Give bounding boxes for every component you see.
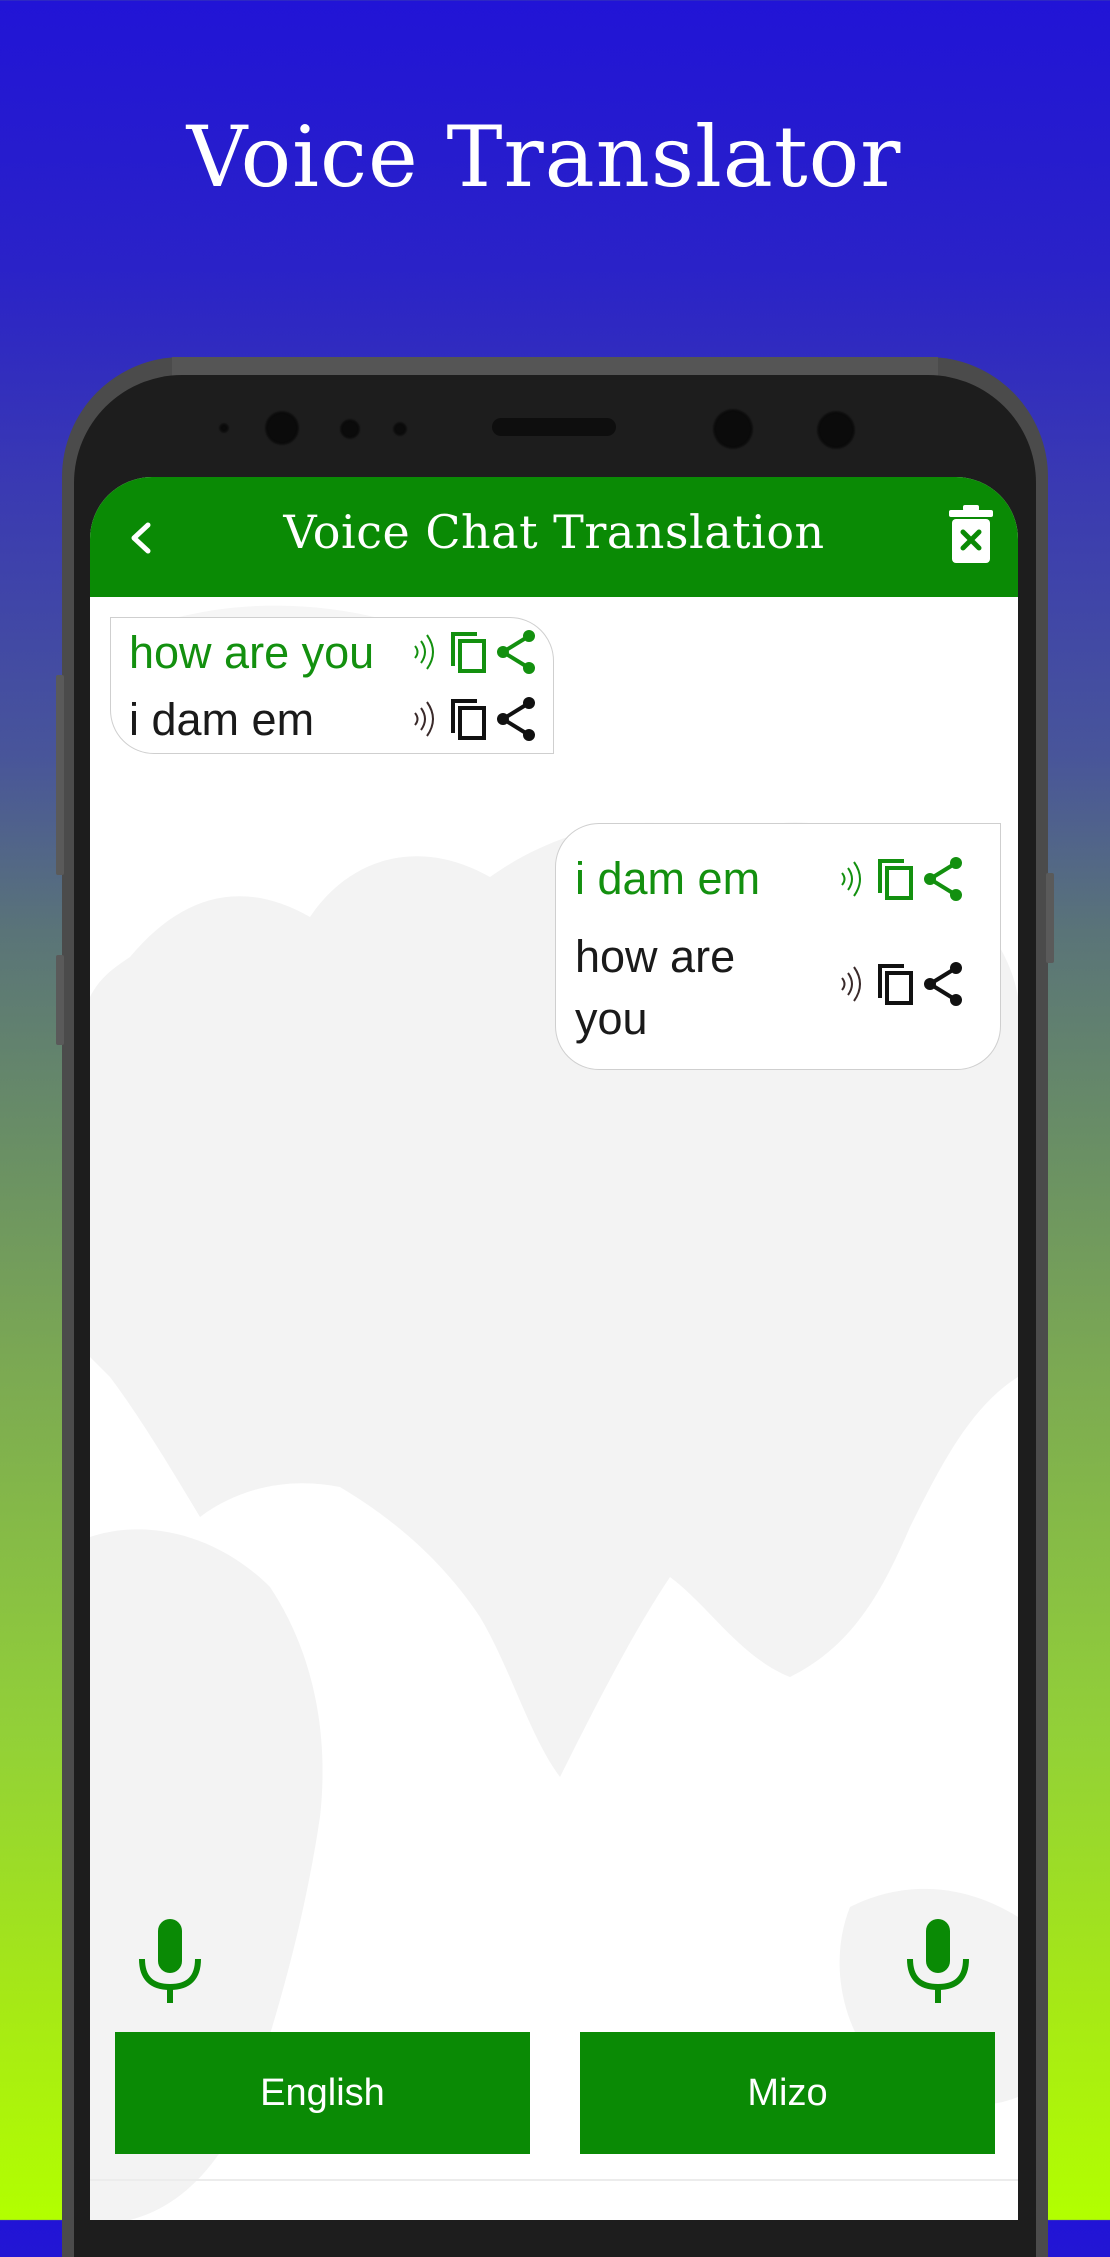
source-text[interactable]: i dam em (575, 848, 760, 910)
copy-icon (451, 699, 486, 740)
copy-source-button[interactable] (449, 628, 489, 680)
share-source-button[interactable] (495, 628, 537, 680)
side-button (56, 955, 64, 1045)
bottom-divider (90, 2179, 1018, 2181)
speaker-icon (841, 861, 861, 897)
translated-text[interactable]: how are you (575, 926, 745, 1050)
source-language-button[interactable]: English (115, 2032, 530, 2154)
translated-text[interactable]: i dam em (129, 689, 314, 751)
speak-source-button[interactable] (411, 628, 443, 680)
app-header: Voice Chat Translation (90, 477, 1018, 597)
copy-icon (878, 859, 913, 900)
target-language-label: Mizo (747, 2071, 828, 2114)
share-icon (497, 697, 535, 741)
speak-source-button[interactable] (838, 855, 870, 907)
source-text[interactable]: how are you (129, 622, 374, 684)
volume-button (56, 675, 64, 875)
copy-icon (451, 632, 486, 673)
front-camera-2 (712, 408, 754, 450)
share-source-button[interactable] (922, 855, 964, 907)
speak-translation-button[interactable] (838, 960, 870, 1012)
share-icon (924, 962, 962, 1006)
copy-icon (878, 964, 913, 1005)
front-sensor (816, 410, 856, 450)
microphone-icon (907, 1919, 969, 2003)
chat-bubble-left: how are you i dam em (110, 617, 554, 754)
speaker-icon (414, 634, 434, 670)
front-camera (264, 410, 300, 446)
chat-bubble-right: i dam em how are you (555, 823, 1001, 1070)
copy-translation-button[interactable] (876, 960, 916, 1012)
microphone-icon (139, 1919, 201, 2003)
share-icon (924, 857, 962, 901)
share-translation-button[interactable] (495, 695, 537, 747)
target-mic-button[interactable] (906, 1919, 970, 2003)
copy-translation-button[interactable] (449, 695, 489, 747)
copy-source-button[interactable] (876, 855, 916, 907)
header-title: Voice Chat Translation (283, 505, 825, 559)
source-language-label: English (260, 2071, 385, 2114)
clear-chat-button[interactable] (948, 505, 994, 565)
source-mic-button[interactable] (138, 1919, 202, 2003)
earpiece-speaker (492, 418, 616, 436)
promo-title: Voice Translator (186, 108, 902, 206)
share-translation-button[interactable] (922, 960, 964, 1012)
power-button (1046, 873, 1054, 963)
sensor-dot (392, 421, 408, 437)
target-language-button[interactable]: Mizo (580, 2032, 995, 2154)
share-icon (497, 630, 535, 674)
sensor-dot (339, 418, 361, 440)
speak-translation-button[interactable] (411, 695, 443, 747)
speaker-icon (841, 966, 861, 1002)
trash-x-icon (949, 505, 993, 563)
sensor-dot (218, 422, 230, 434)
app-screen: Voice Chat Translation how are you i dam… (90, 477, 1018, 2220)
speaker-icon (414, 701, 434, 737)
